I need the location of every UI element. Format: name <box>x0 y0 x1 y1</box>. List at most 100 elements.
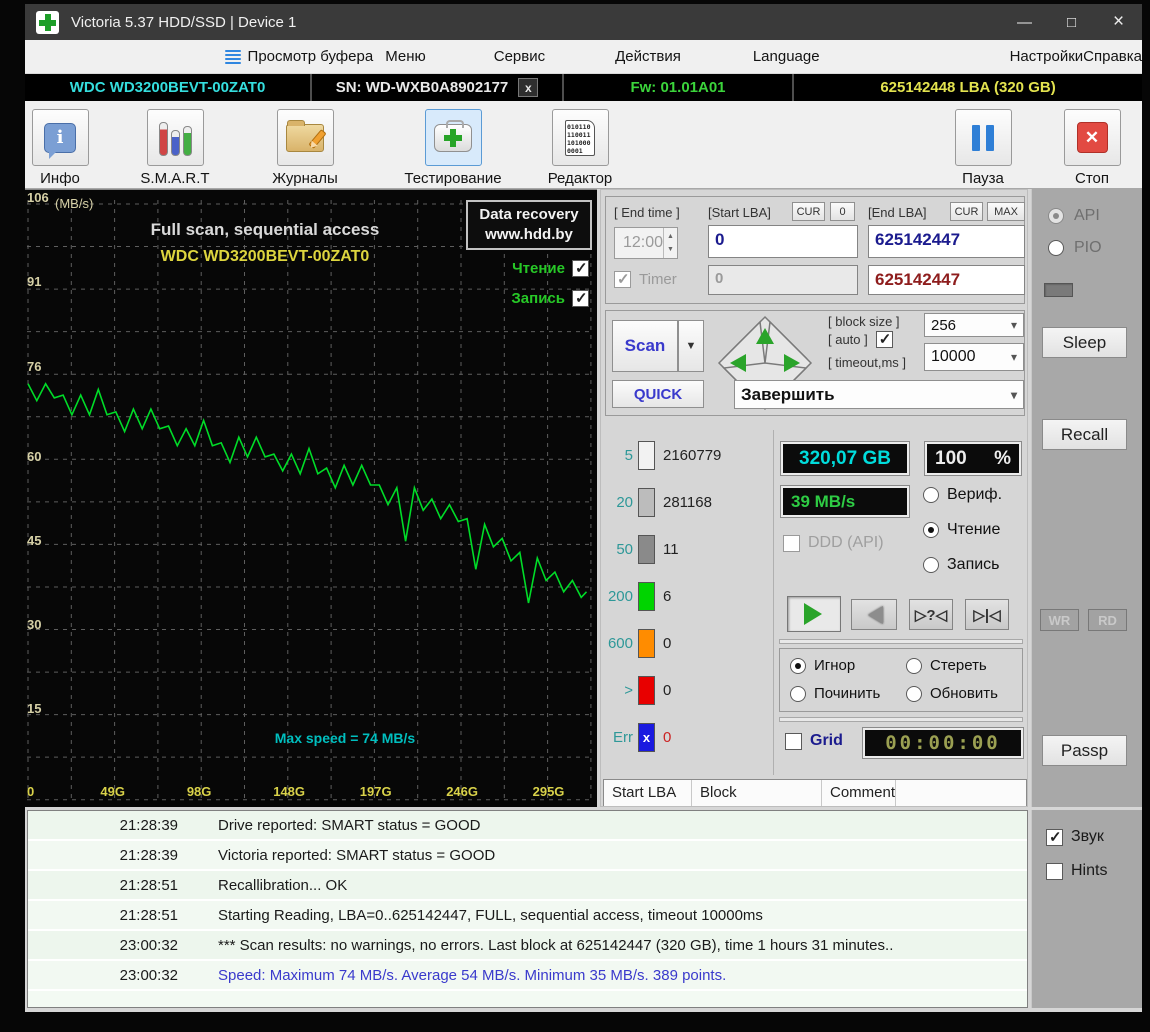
passp-button[interactable]: Passp <box>1042 735 1127 766</box>
drive-serial: SN: WD-WXB0A8902177 <box>336 79 509 96</box>
scan-button[interactable]: Scan <box>612 320 678 372</box>
menu-item[interactable]: Language <box>753 48 820 65</box>
start-scan-button[interactable] <box>787 596 841 632</box>
mode-radio[interactable] <box>923 487 939 503</box>
binary-page-icon: 010110 110011 101000 0001 <box>565 120 595 156</box>
log-timestamp: 23:00:32 <box>28 937 178 954</box>
grid-checkbox[interactable] <box>785 733 802 750</box>
end-lba-max-button[interactable]: MAX <box>987 202 1025 221</box>
stop-button[interactable]: ✕ Стоп <box>1047 109 1137 187</box>
mode-radio[interactable] <box>923 557 939 573</box>
defect-table-column[interactable]: Start LBA <box>604 780 692 807</box>
y-axis-tick: 60 <box>27 449 41 464</box>
defect-action-group: Игнор Стереть Починить <box>779 648 1023 712</box>
info-icon: i <box>44 123 76 153</box>
smart-button[interactable]: S.M.A.R.T <box>125 109 225 187</box>
hints-checkbox-row: Hints <box>1046 862 1107 880</box>
progress-strip <box>779 717 1023 722</box>
block-size-select[interactable]: 256▾ <box>924 313 1024 337</box>
legend-checkbox[interactable] <box>572 260 589 277</box>
log-row: 21:28:51 Recallibration... OK <box>28 871 1027 901</box>
scan-back-button[interactable] <box>851 599 897 630</box>
block-counter-row: Err x 0 <box>605 722 671 752</box>
start-lba-cur-button[interactable]: CUR <box>792 202 825 221</box>
menu-item[interactable]: Сервис <box>494 48 545 65</box>
start-lba-secondary-input[interactable]: 0 <box>708 265 858 295</box>
ddd-checkbox[interactable] <box>783 535 800 552</box>
block-counter-row: 5 2160779 <box>605 440 721 470</box>
sound-checkbox[interactable] <box>1046 829 1063 846</box>
wr-button[interactable]: WR <box>1040 609 1079 631</box>
defect-table-column[interactable]: Comment <box>822 780 896 807</box>
spinner-arrows-icon[interactable]: ▲▼ <box>663 228 677 258</box>
action-radio[interactable] <box>906 658 922 674</box>
menu-item[interactable]: Настройки <box>1010 48 1084 65</box>
sleep-button[interactable]: Sleep <box>1042 327 1127 358</box>
log-zone: 21:28:39 Drive reported: SMART status = … <box>25 810 1142 1008</box>
start-lba-input[interactable]: 0 <box>708 225 858 258</box>
timeout-label: [ timeout,ms ] <box>828 355 906 370</box>
play-icon <box>804 603 833 625</box>
hints-checkbox[interactable] <box>1046 863 1063 880</box>
timer-checkbox[interactable] <box>614 271 631 288</box>
block-counter-row: > 0 <box>605 675 671 705</box>
watermark: Data recovery www.hdd.by <box>466 200 592 250</box>
block-counter-row: 600 0 <box>605 628 671 658</box>
action-radio[interactable] <box>790 686 806 702</box>
testing-button[interactable]: Тестирование <box>388 109 518 187</box>
counter-value: 0 <box>663 635 671 652</box>
info-button[interactable]: i Инфо <box>25 109 95 187</box>
journals-button[interactable]: Журналы <box>255 109 355 187</box>
menu-item[interactable]: Справка <box>1083 48 1142 65</box>
api-radio[interactable] <box>1048 208 1064 224</box>
device-tab-close-button[interactable]: x <box>518 78 538 97</box>
scan-dropdown-button[interactable]: ▼ <box>678 320 704 372</box>
rd-button[interactable]: RD <box>1088 609 1127 631</box>
minimize-button[interactable]: — <box>1001 4 1048 40</box>
counter-color-swatch <box>638 582 655 611</box>
auto-checkbox[interactable] <box>876 331 893 348</box>
auto-checkbox-row: [ auto ] <box>828 331 893 348</box>
grid-toggle-row: Grid <box>785 732 843 750</box>
quick-button[interactable]: QUICK <box>612 380 704 408</box>
counter-threshold-label: Err <box>605 729 633 746</box>
end-lba-secondary-input[interactable]: 625142447 <box>868 265 1025 295</box>
pio-radio[interactable] <box>1048 240 1064 256</box>
chevron-down-icon: ▾ <box>1011 350 1017 364</box>
end-lba-cur-button[interactable]: CUR <box>950 202 983 221</box>
stop-x-icon: ✕ <box>1077 122 1108 153</box>
menu-item[interactable]: Меню <box>385 48 426 65</box>
pause-button[interactable]: Пауза <box>938 109 1028 187</box>
log-box[interactable]: 21:28:39 Drive reported: SMART status = … <box>27 810 1028 1008</box>
finish-action-select[interactable]: Завершить▾ <box>734 380 1024 409</box>
start-lba-zero-button[interactable]: 0 <box>830 202 855 221</box>
action-radio[interactable] <box>906 686 922 702</box>
chevron-down-icon: ▾ <box>1011 318 1017 332</box>
scan-group: Scan ▼ QUICK <box>605 310 1025 416</box>
drive-model[interactable]: WDC WD3200BEVT-00ZAT0 <box>25 74 312 101</box>
jump-question-button[interactable]: ▷?◁ <box>909 599 953 630</box>
mode-radio-row: Чтение <box>923 521 1000 539</box>
editor-button[interactable]: 010110 110011 101000 0001 Редактор <box>530 109 630 187</box>
mode-radio[interactable] <box>923 522 939 538</box>
end-time-spinner[interactable]: 12:00 ▲▼ <box>614 227 678 259</box>
y-axis-unit: (MB/s) <box>55 196 93 211</box>
title-bar: Victoria 5.37 HDD/SSD | Device 1 — □ × <box>25 4 1142 40</box>
drive-capacity: 625142448 LBA (320 GB) <box>794 74 1142 101</box>
legend-checkbox[interactable] <box>572 290 589 307</box>
x-axis-tick: 148G <box>273 784 305 799</box>
timeout-select[interactable]: 10000▾ <box>924 343 1024 371</box>
x-axis-tick: 246G <box>446 784 478 799</box>
app-icon <box>36 11 59 34</box>
close-button[interactable]: × <box>1095 4 1142 40</box>
legend-row: Чтение <box>511 260 589 277</box>
end-lba-input[interactable]: 625142447 <box>868 225 1025 258</box>
maximize-button[interactable]: □ <box>1048 4 1095 40</box>
menu-item[interactable]: Действия <box>615 48 681 65</box>
action-radio[interactable] <box>790 658 806 674</box>
buffer-view-button[interactable]: Просмотр буфера <box>225 48 374 65</box>
jump-end-button[interactable]: ▷|◁ <box>965 599 1009 630</box>
log-timestamp: 21:28:39 <box>28 847 178 864</box>
defect-table-column[interactable]: Block <box>692 780 822 807</box>
recall-button[interactable]: Recall <box>1042 419 1127 450</box>
